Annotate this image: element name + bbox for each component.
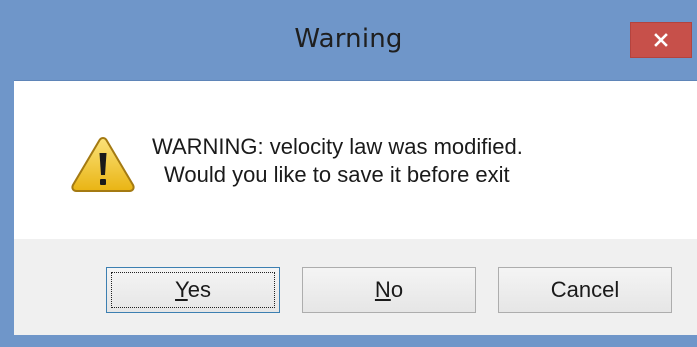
message-text: WARNING: velocity law was modified. Woul… xyxy=(152,133,523,189)
no-label-rest: o xyxy=(390,277,404,302)
title-bar[interactable]: Warning xyxy=(0,0,697,80)
cancel-button-label: Cancel xyxy=(550,277,620,302)
message-area: WARNING: velocity law was modified. Woul… xyxy=(14,81,697,239)
message-line-1: WARNING: velocity law was modified. xyxy=(152,134,523,159)
window-bottom-border xyxy=(0,335,697,347)
close-icon xyxy=(654,33,668,47)
close-button[interactable] xyxy=(630,22,692,58)
yes-button[interactable]: Yes xyxy=(106,267,280,313)
message-line-2: Would you like to save it before exit xyxy=(164,162,510,187)
cancel-button[interactable]: Cancel xyxy=(498,267,672,313)
window-title: Warning xyxy=(294,24,403,54)
no-button-label: No xyxy=(375,277,403,303)
warning-icon xyxy=(71,136,135,192)
warning-dialog: Warning WARNING: velocity law was modifi… xyxy=(0,0,697,347)
button-bar: Yes No Cancel xyxy=(14,239,697,336)
no-mnemonic: N xyxy=(374,277,391,302)
no-button[interactable]: No xyxy=(302,267,476,313)
dialog-body: WARNING: velocity law was modified. Woul… xyxy=(14,80,697,336)
focus-ring xyxy=(111,272,275,308)
